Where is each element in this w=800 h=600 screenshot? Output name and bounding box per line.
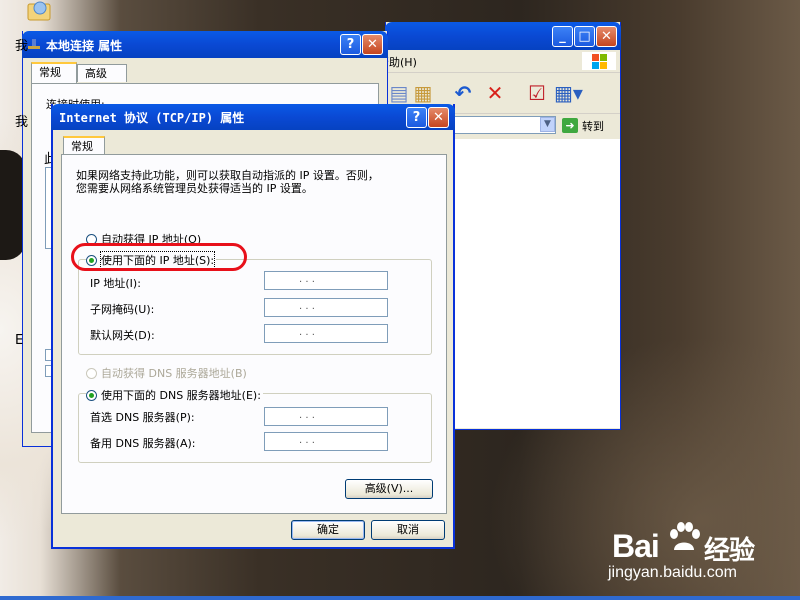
radio-on-icon — [86, 389, 97, 401]
ip-dots: . . . — [299, 410, 315, 421]
partial-label: 我 — [15, 115, 29, 130]
ip-dots: . . . — [299, 327, 315, 338]
views-icon[interactable]: ▦▾ — [554, 81, 583, 105]
auto-dns-radio[interactable]: 自动获得 DNS 服务器地址(B) — [86, 365, 247, 381]
properties-icon[interactable]: ☑ — [524, 81, 550, 105]
watermark-url: jingyan.baidu.com — [608, 564, 737, 581]
maximize-button[interactable]: □ — [574, 26, 595, 47]
tcpip-title: Internet 协议 (TCP/IP) 属性 — [59, 111, 245, 125]
manual-dns-group — [78, 393, 432, 463]
cancel-button[interactable]: 取消 — [371, 520, 445, 540]
delete-icon[interactable]: ✕ — [482, 81, 508, 105]
radio-off-icon — [86, 367, 97, 379]
goto-label: 转到 — [582, 120, 604, 133]
baidu-watermark: Bai 经验 jingyan.baidu.com — [594, 516, 755, 586]
alternate-dns-label: 备用 DNS 服务器(A): — [90, 437, 196, 450]
tab-general[interactable]: 常规 — [31, 62, 77, 83]
minimize-button[interactable]: _ — [552, 26, 573, 47]
lan-title-bar[interactable]: 本地连接 属性 ? ✕ — [22, 31, 388, 58]
close-button[interactable]: ✕ — [596, 26, 617, 47]
alternate-dns-field[interactable]: . . . — [264, 432, 388, 451]
ip-dots: . . . — [299, 435, 315, 446]
watermark-brand: Bai — [612, 528, 660, 564]
tcpip-description: 如果网络支持此功能，则可以获取自动指派的 IP 设置。否则， 您需要从网络系统管… — [76, 169, 379, 195]
help-button[interactable]: ? — [406, 107, 427, 128]
lan-title: 本地连接 属性 — [46, 39, 123, 53]
network-icon — [28, 39, 40, 49]
tcpip-properties-dialog: Internet 协议 (TCP/IP) 属性 ? ✕ 常规 如果网络支持此功能… — [51, 104, 455, 549]
close-button[interactable]: ✕ — [362, 34, 383, 55]
gateway-field[interactable]: . . . — [264, 324, 388, 343]
taskbar-edge — [0, 596, 800, 600]
help-button[interactable]: ? — [340, 34, 361, 55]
close-button[interactable]: ✕ — [428, 107, 449, 128]
watermark-brand-tail: 经验 — [704, 535, 755, 565]
desktop-icon[interactable] — [26, 0, 54, 22]
partial-label: 我 — [15, 39, 29, 54]
subnet-mask-field[interactable]: . . . — [264, 298, 388, 317]
subnet-mask-label: 子网掩码(U): — [90, 303, 155, 316]
ip-address-label: IP 地址(I): — [90, 277, 141, 290]
tcpip-title-bar[interactable]: Internet 协议 (TCP/IP) 属性 ? ✕ — [51, 104, 455, 130]
auto-dns-label: 自动获得 DNS 服务器地址(B) — [101, 367, 247, 380]
tcpip-panel: 如果网络支持此功能，则可以获取自动指派的 IP 设置。否则， 您需要从网络系统管… — [61, 154, 447, 514]
baidu-paw-icon — [670, 522, 700, 550]
gateway-label: 默认网关(D): — [90, 329, 155, 342]
folder-icon — [27, 1, 51, 21]
paste-icon[interactable]: ▦ — [410, 81, 436, 105]
ip-dots: . . . — [299, 301, 315, 312]
copy-to-icon[interactable]: ▤ — [386, 81, 412, 105]
ip-address-field[interactable]: . . . — [264, 271, 388, 290]
highlight-ring — [71, 243, 247, 271]
preferred-dns-label: 首选 DNS 服务器(P): — [90, 411, 195, 424]
undo-icon[interactable]: ↶ — [450, 81, 476, 105]
ip-dots: . . . — [299, 274, 315, 285]
preferred-dns-field[interactable]: . . . — [264, 407, 388, 426]
windows-logo-icon — [582, 52, 616, 70]
explorer-menu-bar: 帮助(H) — [378, 50, 620, 73]
ok-button[interactable]: 确定 — [291, 520, 365, 540]
arrow-right-icon: ➜ — [562, 118, 578, 133]
manual-dns-radio[interactable]: 使用下面的 DNS 服务器地址(E): — [86, 387, 263, 403]
partial-label: E — [15, 333, 24, 348]
advanced-button[interactable]: 高级(V)... — [345, 479, 433, 499]
explorer-title-bar[interactable]: _ □ ✕ — [385, 22, 621, 50]
chevron-down-icon[interactable]: ▼ — [540, 117, 555, 132]
manual-dns-label: 使用下面的 DNS 服务器地址(E): — [101, 389, 261, 402]
tab-advanced[interactable]: 高级 — [77, 64, 127, 82]
